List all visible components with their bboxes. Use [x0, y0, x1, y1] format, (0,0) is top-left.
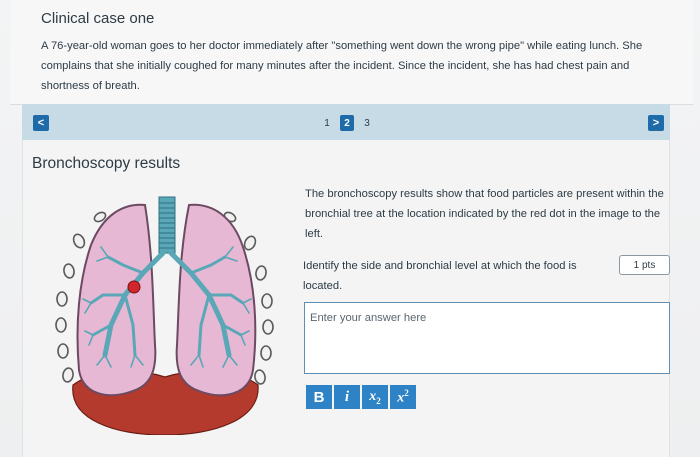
superscript-icon: x2: [397, 387, 409, 406]
question-text: Identify the side and bronchial level at…: [303, 260, 577, 292]
page-2-current[interactable]: 2: [340, 115, 354, 131]
right-lung: [175, 203, 257, 397]
subscript-icon: x2: [369, 388, 381, 406]
case-card: Clinical case one A 76-year-old woman go…: [10, 0, 693, 105]
page-3-link[interactable]: 3: [360, 115, 374, 131]
section-title: Bronchoscopy results: [32, 155, 181, 172]
italic-icon: i: [344, 388, 350, 405]
points-badge: 1 pts: [619, 255, 670, 275]
superscript-button[interactable]: x2: [390, 385, 416, 409]
question-panel: Bronchoscopy results The bronchoscopy re…: [22, 140, 670, 457]
subscript-button[interactable]: x2: [362, 385, 388, 409]
italic-button[interactable]: i: [334, 385, 360, 409]
results-text: The bronchoscopy results show that food …: [305, 188, 664, 240]
trachea: [158, 196, 176, 254]
bold-button[interactable]: B: [306, 385, 332, 409]
answer-input[interactable]: [304, 302, 670, 374]
previous-page-button[interactable]: <: [33, 115, 49, 131]
next-page-button[interactable]: >: [648, 115, 664, 131]
page-1-link[interactable]: 1: [320, 115, 334, 131]
bold-icon: B: [313, 388, 325, 406]
question-pager: < 1 2 3 >: [22, 104, 670, 140]
lungs-diagram: [55, 196, 274, 435]
case-title: Clinical case one: [41, 10, 155, 27]
left-lung: [76, 203, 157, 397]
page-numbers: 1 2 3: [320, 115, 374, 131]
case-description: A 76-year-old woman goes to her doctor i…: [41, 40, 643, 92]
formatting-toolbar: B i x2 x2: [306, 385, 416, 409]
food-location-dot: [127, 280, 141, 294]
